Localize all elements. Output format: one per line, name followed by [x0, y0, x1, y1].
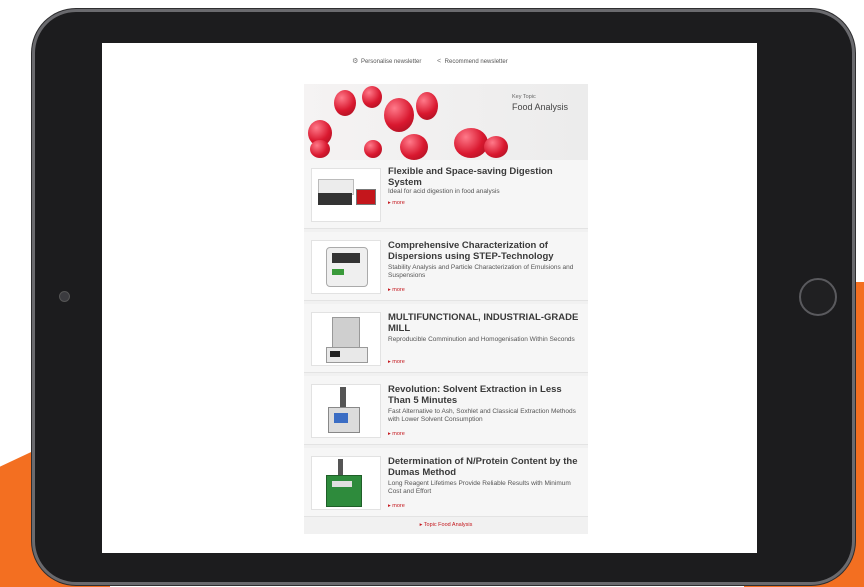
more-label: more: [392, 200, 405, 206]
recommend-label: Recommend newsletter: [444, 59, 508, 65]
more-label: more: [392, 503, 405, 509]
topic-footer-label: Topic Food Analysis: [423, 522, 473, 528]
article-title[interactable]: Flexible and Space-saving Digestion Syst…: [388, 166, 580, 188]
article-description: Fast Alternative to Ash, Soxhlet and Cla…: [388, 408, 576, 423]
solvent-extraction-image[interactable]: [311, 384, 381, 438]
personalise-newsletter-link[interactable]: ⚙ Personalise newsletter: [351, 57, 421, 65]
mill-image[interactable]: [311, 312, 381, 366]
pomegranate-aril: [384, 98, 414, 132]
article-item[interactable]: Determination of N/Protein Content by th…: [304, 448, 588, 517]
article-item[interactable]: MULTIFUNCTIONAL, INDUSTRIAL-GRADE MILL R…: [304, 304, 588, 373]
topic-footer-link[interactable]: ▸ Topic Food Analysis: [304, 522, 588, 528]
article-description: Reproducible Comminution and Homogenisat…: [388, 336, 575, 343]
article-more-link[interactable]: ▸ more: [388, 287, 405, 293]
article-title[interactable]: MULTIFUNCTIONAL, INDUSTRIAL-GRADE MILL: [388, 312, 580, 334]
more-label: more: [392, 287, 405, 293]
pomegranate-aril: [362, 86, 382, 108]
pomegranate-aril: [310, 140, 330, 158]
hero-topic-title: Food Analysis: [512, 102, 569, 112]
gear-icon: ⚙: [352, 58, 359, 65]
dumas-analyzer-image[interactable]: [311, 456, 381, 510]
newsletter-body: Key Topic Food Analysis Flexible and Spa…: [304, 84, 588, 534]
pomegranate-aril: [484, 136, 508, 158]
article-item[interactable]: Comprehensive Characterization of Disper…: [304, 232, 588, 301]
more-label: more: [392, 431, 405, 437]
pomegranate-aril: [416, 92, 438, 120]
article-more-link[interactable]: ▸ more: [388, 503, 405, 509]
newsletter-toolbar: ⚙ Personalise newsletter < Recommend new…: [102, 57, 757, 65]
article-title[interactable]: Comprehensive Characterization of Disper…: [388, 240, 580, 262]
article-description: Long Reagent Lifetimes Provide Reliable …: [388, 480, 571, 495]
article-more-link[interactable]: ▸ more: [388, 200, 405, 206]
home-button[interactable]: [799, 278, 837, 316]
camera-icon: [59, 291, 70, 302]
digestion-system-image[interactable]: [311, 168, 381, 222]
article-title[interactable]: Revolution: Solvent Extraction in Less T…: [388, 384, 580, 406]
share-icon: <: [436, 58, 442, 65]
pomegranate-aril: [454, 128, 488, 158]
article-more-link[interactable]: ▸ more: [388, 431, 405, 437]
article-title[interactable]: Determination of N/Protein Content by th…: [388, 456, 580, 478]
more-label: more: [392, 359, 405, 365]
pomegranate-aril: [364, 140, 382, 158]
article-item[interactable]: Flexible and Space-saving Digestion Syst…: [304, 160, 588, 229]
article-description: Ideal for acid digestion in food analysi…: [388, 188, 500, 195]
recommend-newsletter-link[interactable]: < Recommend newsletter: [435, 58, 508, 65]
article-item[interactable]: Revolution: Solvent Extraction in Less T…: [304, 376, 588, 445]
hero-banner: Key Topic Food Analysis: [304, 84, 588, 160]
pomegranate-aril: [334, 90, 356, 116]
tablet-screen: ⚙ Personalise newsletter < Recommend new…: [102, 43, 757, 553]
personalise-label: Personalise newsletter: [360, 59, 422, 65]
dispersion-analyzer-image[interactable]: [311, 240, 381, 294]
article-description: Stability Analysis and Particle Characte…: [388, 264, 574, 279]
article-more-link[interactable]: ▸ more: [388, 359, 405, 365]
pomegranate-aril: [400, 134, 428, 160]
hero-key-topic-label: Key Topic: [512, 94, 536, 100]
